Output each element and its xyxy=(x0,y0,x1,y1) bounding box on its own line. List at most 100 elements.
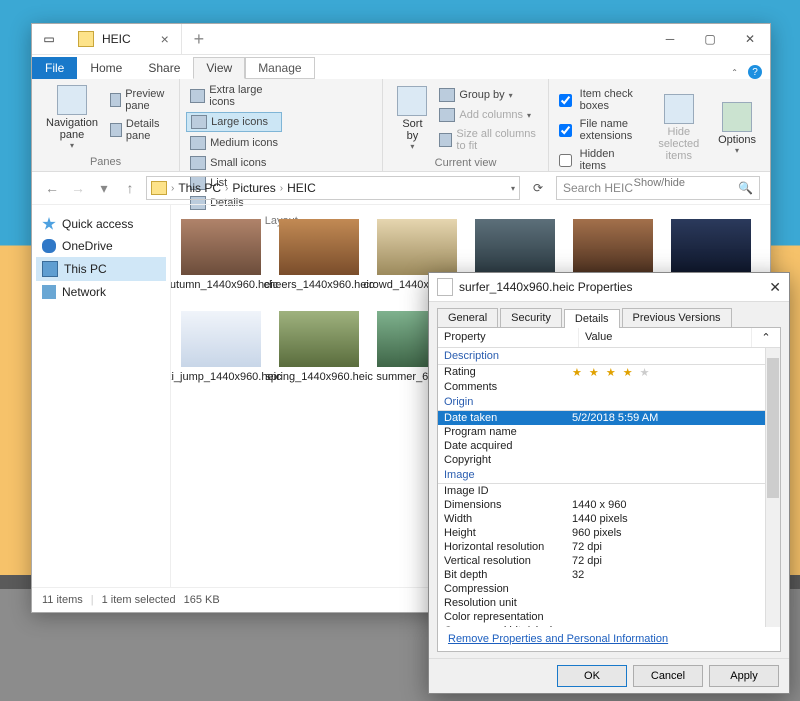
cancel-button[interactable]: Cancel xyxy=(633,665,703,687)
property-row[interactable]: Copyright xyxy=(438,453,780,467)
property-row[interactable]: Resolution unit xyxy=(438,596,780,610)
details-pane-button[interactable]: Details pane xyxy=(106,116,173,144)
property-row[interactable]: Image ID xyxy=(438,484,780,498)
sidebar-item[interactable]: Network xyxy=(36,281,166,303)
refresh-button[interactable]: ⟳ xyxy=(526,181,550,195)
property-value xyxy=(572,454,774,466)
dialog-close-button[interactable]: ✕ xyxy=(769,279,781,296)
property-value: 1440 x 960 xyxy=(572,499,774,511)
property-value xyxy=(572,426,774,438)
property-value: 5/2/2018 5:59 AM xyxy=(572,412,774,424)
item-check-boxes-toggle[interactable]: Item check boxes xyxy=(555,86,648,114)
property-value xyxy=(572,597,774,609)
recent-locations-button[interactable]: ▾ xyxy=(94,180,114,197)
forward-button[interactable]: → xyxy=(68,180,88,196)
medium-icons-button[interactable]: Medium icons xyxy=(186,134,290,152)
scroll-handle[interactable] xyxy=(767,358,779,498)
breadcrumb-part[interactable]: HEIC xyxy=(287,181,316,195)
property-value: 72 dpi xyxy=(572,555,774,567)
col-property[interactable]: Property xyxy=(438,328,579,347)
property-name: Dimensions xyxy=(444,499,572,511)
file-item[interactable]: spring_1440x960.heic xyxy=(279,311,359,383)
thumbnail xyxy=(573,219,653,275)
property-row[interactable]: Comments xyxy=(438,380,780,394)
up-button[interactable]: ↑ xyxy=(120,180,140,196)
maximize-button[interactable]: ▢ xyxy=(690,24,730,54)
property-row[interactable]: Dimensions1440 x 960 xyxy=(438,498,780,512)
file-item[interactable]: ski_jump_1440x960.heic xyxy=(181,311,261,383)
tab-view[interactable]: View xyxy=(193,57,245,79)
window-tab[interactable]: HEIC × xyxy=(66,24,182,54)
add-columns-button[interactable]: Add columns ▾ xyxy=(435,106,541,124)
breadcrumb[interactable]: › This PC › Pictures › HEIC ▾ xyxy=(146,176,520,200)
extra-large-icons-button[interactable]: Extra large icons xyxy=(186,82,290,110)
sidebar-item[interactable]: This PC xyxy=(36,257,166,281)
new-tab-button[interactable]: + xyxy=(182,29,216,50)
breadcrumb-part[interactable]: Pictures xyxy=(232,181,275,195)
property-row[interactable]: Color representation xyxy=(438,610,780,624)
tab-security[interactable]: Security xyxy=(500,308,562,327)
ok-button[interactable]: OK xyxy=(557,665,627,687)
col-value[interactable]: Value xyxy=(579,328,751,347)
breadcrumb-history-icon[interactable]: ▾ xyxy=(511,184,515,193)
file-item[interactable]: cheers_1440x960.heic xyxy=(279,219,359,291)
sort-by-button[interactable]: Sort by▾ xyxy=(389,81,435,155)
tab-details[interactable]: Details xyxy=(564,309,620,328)
property-row[interactable]: Date acquired xyxy=(438,439,780,453)
property-row[interactable]: Date taken5/2/2018 5:59 AM xyxy=(438,411,780,425)
tab-general[interactable]: General xyxy=(437,308,498,327)
property-row[interactable]: Width1440 pixels xyxy=(438,512,780,526)
navigation-pane-button[interactable]: Navigation pane▾ xyxy=(38,81,106,154)
details-panel: Property Value ⌃ DescriptionRating★ ★ ★ … xyxy=(437,327,781,652)
small-icons-button[interactable]: Small icons xyxy=(186,154,280,172)
tab-close-icon[interactable]: × xyxy=(161,31,169,47)
system-icon[interactable]: ▭ xyxy=(32,32,66,46)
hidden-items-toggle[interactable]: Hidden items xyxy=(555,146,648,174)
search-input[interactable]: Search HEIC🔍 xyxy=(556,176,760,200)
file-name-extensions-toggle[interactable]: File name extensions xyxy=(555,116,648,144)
property-row[interactable]: Height960 pixels xyxy=(438,526,780,540)
size-all-columns-button[interactable]: Size all columns to fit xyxy=(435,126,541,154)
property-row[interactable]: Program name xyxy=(438,425,780,439)
property-row[interactable]: Compression xyxy=(438,582,780,596)
file-menu[interactable]: File xyxy=(32,57,77,79)
property-row[interactable]: Horizontal resolution72 dpi xyxy=(438,540,780,554)
tab-share[interactable]: Share xyxy=(135,57,193,79)
scrollbar[interactable] xyxy=(765,348,780,627)
group-by-button[interactable]: Group by ▾ xyxy=(435,86,541,104)
large-icons-button[interactable]: Large icons xyxy=(186,112,282,132)
sidebar-item[interactable]: Quick access xyxy=(36,213,166,235)
file-item[interactable]: autumn_1440x960.heic xyxy=(181,219,261,291)
section-header: Origin xyxy=(438,394,780,411)
preview-pane-button[interactable]: Preview pane xyxy=(106,86,173,114)
property-name: Date acquired xyxy=(444,440,572,452)
sidebar-label: This PC xyxy=(64,262,107,276)
property-name: Width xyxy=(444,513,572,525)
dialog-tabs: General Security Details Previous Versio… xyxy=(429,302,789,327)
hide-selected-items-button[interactable]: Hide selected items xyxy=(648,81,711,175)
dialog-titlebar: surfer_1440x960.heic Properties ✕ xyxy=(429,273,789,302)
property-name: Copyright xyxy=(444,454,572,466)
property-row[interactable]: Rating★ ★ ★ ★ ★ xyxy=(438,365,780,380)
collapse-ribbon-icon[interactable]: ⌃ xyxy=(731,68,738,77)
ribbon-tabs: File Home Share View Manage ⌃ ? xyxy=(32,55,770,79)
sidebar-item[interactable]: OneDrive xyxy=(36,235,166,257)
help-icon[interactable]: ? xyxy=(748,65,762,79)
scroll-up-icon[interactable]: ⌃ xyxy=(751,328,780,347)
tab-previous-versions[interactable]: Previous Versions xyxy=(622,308,732,327)
property-row[interactable]: Compressed bits/pixel xyxy=(438,624,780,627)
remove-properties-link[interactable]: Remove Properties and Personal Informati… xyxy=(438,627,780,651)
sidebar-icon xyxy=(42,217,56,231)
sidebar-icon xyxy=(42,285,56,299)
tab-home[interactable]: Home xyxy=(77,57,135,79)
apply-button[interactable]: Apply xyxy=(709,665,779,687)
back-button[interactable]: ← xyxy=(42,180,62,196)
property-row[interactable]: Vertical resolution72 dpi xyxy=(438,554,780,568)
breadcrumb-part[interactable]: This PC xyxy=(178,181,221,195)
close-button[interactable]: ✕ xyxy=(730,24,770,54)
tab-manage[interactable]: Manage xyxy=(245,57,314,79)
folder-icon xyxy=(78,31,94,47)
options-button[interactable]: Options▾ xyxy=(710,81,764,175)
minimize-button[interactable]: ─ xyxy=(650,24,690,54)
property-row[interactable]: Bit depth32 xyxy=(438,568,780,582)
